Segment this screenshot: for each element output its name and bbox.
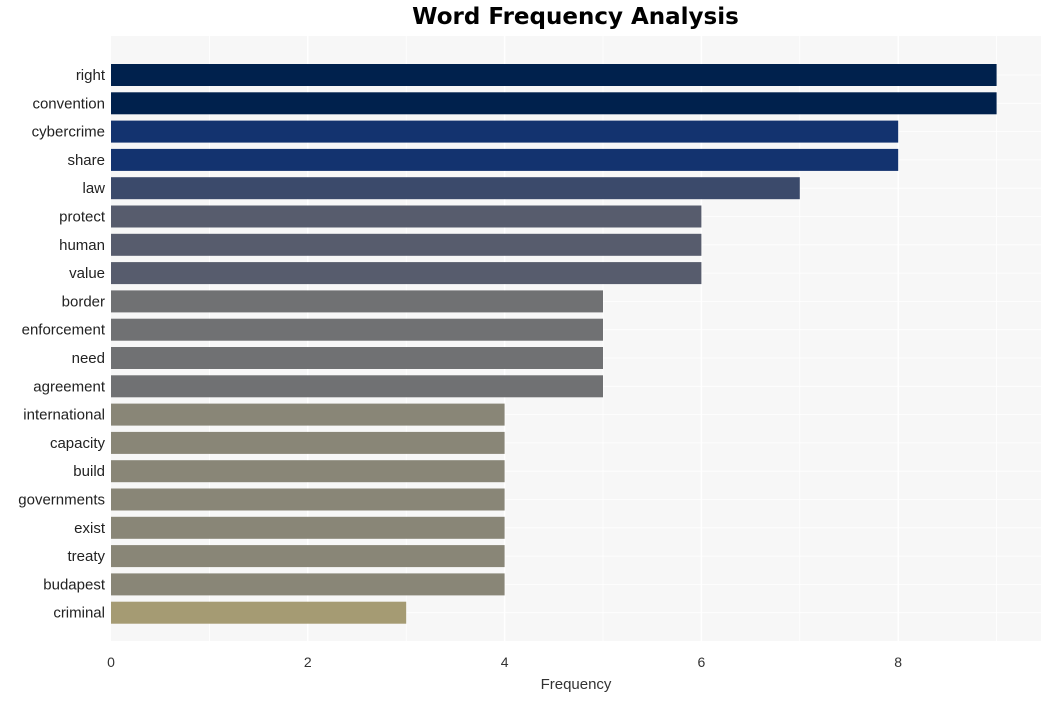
category-label: protect — [59, 209, 106, 226]
bar-international — [111, 403, 505, 426]
bar-protect — [111, 205, 702, 228]
x-tick-label: 8 — [894, 654, 902, 670]
category-label: capacity — [50, 435, 106, 452]
bar-enforcement — [111, 318, 603, 341]
x-tick-label: 6 — [698, 654, 706, 670]
category-label: convention — [32, 95, 105, 112]
category-label: human — [59, 237, 105, 254]
bar-build — [111, 460, 505, 483]
bar-need — [111, 347, 603, 369]
category-label: right — [76, 67, 106, 84]
bar-cybercrime — [111, 120, 899, 143]
category-label: treaty — [67, 548, 105, 565]
bar-agreement — [111, 375, 603, 398]
bar-border — [111, 290, 603, 313]
bar-convention — [111, 92, 997, 115]
bar-governments — [111, 488, 505, 511]
bar-capacity — [111, 431, 505, 454]
category-label: need — [72, 350, 105, 367]
category-label: agreement — [33, 378, 106, 395]
bar-right — [111, 64, 997, 86]
x-tick-label: 0 — [107, 654, 115, 670]
category-label: law — [82, 180, 105, 197]
category-labels: right convention cybercrime share law protect… — [18, 67, 106, 622]
category-label: governments — [18, 492, 105, 509]
category-label: budapest — [43, 576, 106, 593]
category-label: exist — [74, 520, 106, 537]
bar-exist — [111, 516, 505, 539]
category-label: share — [67, 152, 105, 169]
x-axis-title: Frequency — [541, 676, 612, 693]
category-label: value — [69, 265, 105, 282]
x-tick-labels: 0 2 4 6 8 — [107, 654, 902, 670]
bar-criminal — [111, 601, 407, 624]
x-tick-label: 4 — [501, 654, 509, 670]
category-label: international — [23, 407, 105, 424]
category-label: build — [73, 463, 105, 480]
bar-share — [111, 148, 899, 171]
bar-value — [111, 262, 702, 285]
category-label: enforcement — [22, 322, 106, 339]
bar-human — [111, 233, 702, 256]
bar-budapest — [111, 573, 505, 596]
bar-treaty — [111, 545, 505, 568]
bar-chart: right convention cybercrime share law protect… — [18, 36, 1041, 693]
category-label: border — [62, 293, 105, 310]
category-label: cybercrime — [32, 124, 105, 141]
bar-law — [111, 177, 800, 200]
x-tick-label: 2 — [304, 654, 312, 670]
category-label: criminal — [53, 605, 105, 622]
